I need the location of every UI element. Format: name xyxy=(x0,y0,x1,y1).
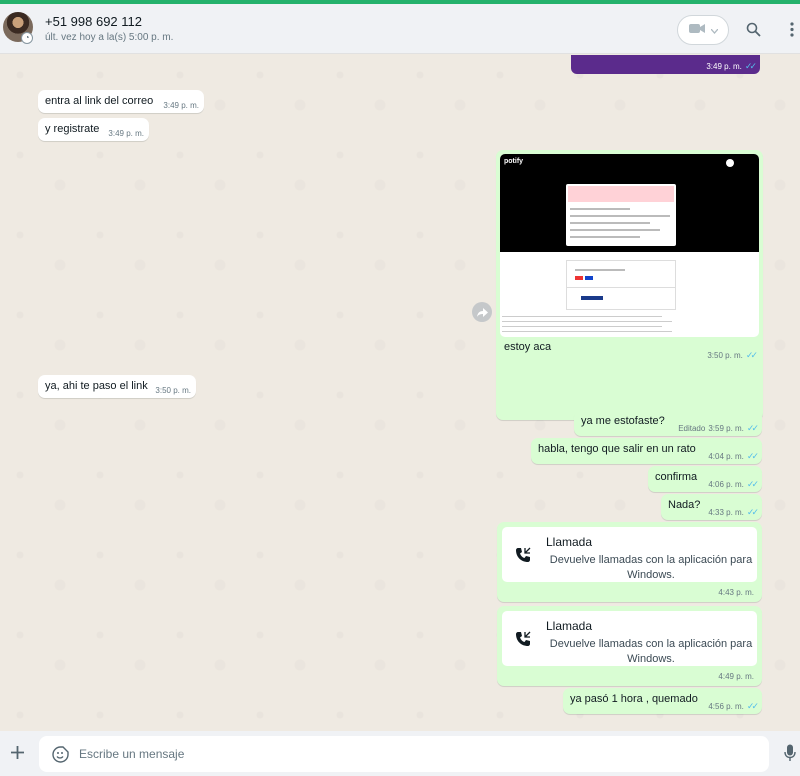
phone-callback-icon xyxy=(512,628,534,650)
image-plan-highlight xyxy=(568,186,674,202)
phone-callback-icon xyxy=(512,544,534,566)
read-ticks-icon: ✓✓ xyxy=(746,451,759,461)
message-meta: 4:56 p. m. ✓✓ xyxy=(708,701,759,712)
outgoing-message[interactable]: Nada? 4:33 p. m. ✓✓ xyxy=(661,494,762,520)
message-time: 3:59 p. m. xyxy=(708,424,744,433)
incoming-message[interactable]: ya, ahi te paso el link 3:50 p. m. xyxy=(38,375,196,398)
read-ticks-icon: ✓✓ xyxy=(745,350,758,360)
message-meta: 4:33 p. m. ✓✓ xyxy=(708,507,759,518)
image-text-line xyxy=(575,269,625,271)
message-meta: 4:49 p. m. xyxy=(718,672,754,681)
call-card[interactable]: Llamada Devuelve llamadas con la aplicac… xyxy=(502,527,757,582)
message-time: 3:49 p. m. xyxy=(108,129,144,138)
message-meta: 3:49 p. m. ✓✓ xyxy=(706,61,757,72)
message-meta: 3:50 p. m. xyxy=(155,386,191,395)
message-time: 4:56 p. m. xyxy=(708,702,744,711)
image-card-logo xyxy=(585,276,593,280)
read-ticks-icon: ✓✓ xyxy=(746,507,759,517)
incoming-message[interactable]: entra al link del correo 3:49 p. m. xyxy=(38,90,204,113)
message-meta: 4:43 p. m. xyxy=(718,588,754,597)
status-ring-icon: ◔ xyxy=(21,32,33,44)
message-time: 4:43 p. m. xyxy=(718,588,754,597)
message-text: ya, ahi te paso el link xyxy=(45,380,148,392)
image-card-logo xyxy=(575,276,583,280)
call-title: Llamada xyxy=(546,619,593,633)
message-text: Nada? xyxy=(668,499,701,511)
message-composer xyxy=(0,731,800,776)
message-input[interactable] xyxy=(79,745,739,763)
message-meta: 3:50 p. m. ✓✓ xyxy=(707,350,758,361)
video-camera-icon xyxy=(688,21,705,39)
more-vertical-icon[interactable] xyxy=(783,20,800,38)
outgoing-message[interactable]: habla, tengo que salir en un rato 4:04 p… xyxy=(531,438,762,464)
image-caption: estoy aca xyxy=(504,341,552,353)
edited-label: Editado xyxy=(678,424,706,433)
message-meta: 3:49 p. m. xyxy=(108,129,144,138)
call-message[interactable]: Llamada Devuelve llamadas con la aplicac… xyxy=(497,522,762,602)
call-message[interactable]: Llamada Devuelve llamadas con la aplicac… xyxy=(497,606,762,686)
message-meta: 4:04 p. m. ✓✓ xyxy=(708,451,759,462)
image-text-line xyxy=(570,236,640,238)
image-text-line xyxy=(502,326,662,327)
message-text: ya pasó 1 hora , quemado xyxy=(570,693,698,705)
message-text: y registrate xyxy=(45,123,100,135)
message-time: 3:50 p. m. xyxy=(155,386,191,395)
message-time: 4:33 p. m. xyxy=(708,508,744,517)
image-message[interactable]: potify estoy aca 3:50 p. m. ✓✓ xyxy=(496,150,763,420)
image-dark-area: potify xyxy=(500,154,759,252)
call-title: Llamada xyxy=(546,535,593,549)
message-time: 4:04 p. m. xyxy=(708,452,744,461)
plus-icon[interactable] xyxy=(6,741,28,763)
image-brand-text: potify xyxy=(504,158,524,165)
message-text: ya me estofaste? xyxy=(581,415,665,427)
image-user-icon xyxy=(726,159,734,167)
message-time: 4:49 p. m. xyxy=(718,672,754,681)
read-ticks-icon: ✓✓ xyxy=(746,479,759,489)
message-meta: 3:49 p. m. xyxy=(163,101,199,110)
call-card[interactable]: Llamada Devuelve llamadas con la aplicac… xyxy=(502,611,757,666)
message-meta: 4:06 p. m. ✓✓ xyxy=(708,479,759,490)
microphone-icon[interactable] xyxy=(782,743,798,763)
forward-button[interactable] xyxy=(472,302,492,322)
message-time: 3:50 p. m. xyxy=(707,351,743,360)
incoming-message[interactable]: y registrate 3:49 p. m. xyxy=(38,118,149,141)
image-text-line xyxy=(502,321,672,322)
message-time: 4:06 p. m. xyxy=(708,480,744,489)
image-divider xyxy=(567,287,675,288)
image-text-line xyxy=(502,331,672,332)
message-time: 3:49 p. m. xyxy=(163,101,199,110)
message-text: entra al link del correo xyxy=(45,95,154,107)
message-text: confirma xyxy=(655,471,698,483)
chat-header[interactable]: ◔ +51 998 692 112 últ. vez hoy a la(s) 5… xyxy=(0,4,800,54)
message-text: habla, tengo que salir en un rato xyxy=(538,443,696,455)
call-description: Devuelve llamadas con la aplicación para… xyxy=(549,638,753,665)
sticker-icon[interactable] xyxy=(51,745,69,763)
contact-name[interactable]: +51 998 692 112 xyxy=(45,14,142,29)
message-input-box[interactable] xyxy=(39,736,769,772)
outgoing-message[interactable]: ya pasó 1 hora , quemado 4:56 p. m. ✓✓ xyxy=(563,688,762,714)
message-meta: Editado 3:59 p. m. ✓✓ xyxy=(678,423,759,434)
image-thumbnail[interactable]: potify xyxy=(500,154,759,337)
read-ticks-icon: ✓✓ xyxy=(744,61,757,71)
image-plan-card xyxy=(566,184,676,246)
image-text-line xyxy=(570,208,630,210)
video-call-button[interactable] xyxy=(677,15,729,45)
image-text-line xyxy=(570,215,670,217)
search-icon[interactable] xyxy=(744,20,762,38)
read-ticks-icon: ✓✓ xyxy=(746,701,759,711)
message-time: 3:49 p. m. xyxy=(706,62,742,71)
image-text-line xyxy=(570,229,660,231)
outgoing-message[interactable]: confirma 4:06 p. m. ✓✓ xyxy=(648,466,762,492)
image-message[interactable]: 3:49 p. m. ✓✓ xyxy=(571,55,760,74)
image-text-line xyxy=(570,222,650,224)
image-paypal-logo xyxy=(581,296,603,300)
chevron-down-icon xyxy=(710,21,718,39)
last-seen-status: últ. vez hoy a la(s) 5:00 p. m. xyxy=(45,32,174,43)
outgoing-message[interactable]: ya me estofaste? Editado 3:59 p. m. ✓✓ xyxy=(574,410,762,436)
image-text-line xyxy=(502,316,662,317)
message-list[interactable]: 3:49 p. m. ✓✓ entra al link del correo 3… xyxy=(0,55,800,731)
call-description: Devuelve llamadas con la aplicación para… xyxy=(549,554,753,581)
image-payment-box xyxy=(566,260,676,310)
read-ticks-icon: ✓✓ xyxy=(746,423,759,433)
